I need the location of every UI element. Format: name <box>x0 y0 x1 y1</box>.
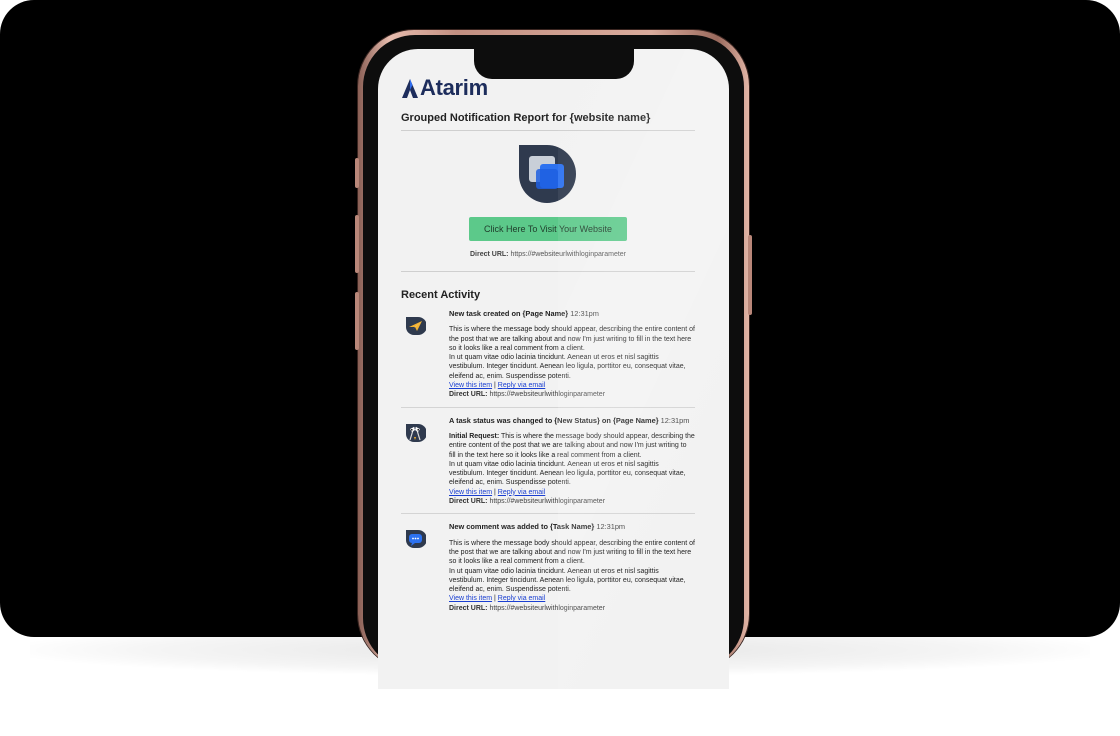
phone-screen[interactable]: Atarim Grouped Notification Report for {… <box>378 49 729 689</box>
logo-text: Atarim <box>420 75 488 100</box>
reply-via-email-link[interactable]: Reply via email <box>498 489 545 496</box>
activity-body: This is where the message body should ap… <box>449 539 695 613</box>
activity-heading: New comment was added to {Task Name} 12:… <box>449 522 695 531</box>
activity-direct-url: Direct URL: https://#websiteurlwithlogin… <box>449 391 605 398</box>
activity-body: This is where the message body should ap… <box>449 325 695 399</box>
activity-direct-url-label: Direct URL: <box>449 391 488 399</box>
email-content: Atarim Grouped Notification Report for {… <box>401 73 695 613</box>
paper-plane-icon <box>404 315 427 337</box>
direct-url: Direct URL: https://#websiteurlwithlogin… <box>401 251 695 258</box>
reply-via-email-link[interactable]: Reply via email <box>498 595 545 602</box>
activity-direct-url: Direct URL: https://#websiteurlwithlogin… <box>449 498 605 505</box>
activity-body-text-2: In ut quam vitae odio lacinia tincidunt.… <box>449 354 686 380</box>
activity-direct-url-label: Direct URL: <box>449 604 488 612</box>
activity-body-text: This is where the message body should ap… <box>449 326 695 352</box>
website-logo-icon <box>401 145 695 203</box>
direct-url-label: Direct URL: <box>469 251 509 258</box>
phone-notch <box>474 49 634 79</box>
finish-flags-icon <box>404 422 427 444</box>
activity-body: Initial Request: This is where the messa… <box>449 432 695 506</box>
activity-item: New task created on {Page Name} 12:31pm … <box>401 309 695 400</box>
divider <box>401 513 695 515</box>
email-title: Grouped Notification Report for {website… <box>401 112 651 124</box>
activity-heading-text: A task status was changed to {New Status… <box>449 415 659 425</box>
atarim-logo-icon <box>401 77 419 99</box>
activity-direct-url-label: Direct URL: <box>449 498 488 506</box>
power-button <box>748 235 752 315</box>
view-item-link[interactable]: View this item <box>449 489 492 496</box>
visit-website-button[interactable]: Click Here To Visit Your Website <box>469 217 627 241</box>
comment-bubble-icon <box>404 528 427 550</box>
link-separator: | <box>494 595 496 603</box>
divider <box>401 406 695 408</box>
divider <box>401 130 695 131</box>
activity-item: New comment was added to {Task Name} 12:… <box>401 522 695 613</box>
volume-up-button <box>355 215 359 273</box>
divider <box>401 271 695 272</box>
activity-item: A task status was changed to {New Status… <box>401 416 695 507</box>
activity-time: 12:31pm <box>570 309 599 318</box>
volume-down-button <box>355 292 359 350</box>
reply-via-email-link[interactable]: Reply via email <box>498 382 545 389</box>
activity-direct-url-value: https://#websiteurlwithloginparameter <box>489 391 606 399</box>
view-item-link[interactable]: View this item <box>449 382 492 389</box>
activity-heading-text: New comment was added to {Task Name} <box>449 522 595 532</box>
initial-request-label: Initial Request: <box>449 432 500 440</box>
activity-time: 12:31pm <box>596 522 626 532</box>
activity-body-text-2: In ut quam vitae odio lacinia tincidunt.… <box>449 567 686 594</box>
phone-frame: Atarim Grouped Notification Report for {… <box>355 30 752 689</box>
activity-body-text: This is where the message body should ap… <box>449 539 695 566</box>
mute-switch <box>355 158 359 188</box>
recent-activity-heading: Recent Activity <box>401 289 481 301</box>
activity-heading: A task status was changed to {New Status… <box>449 416 695 425</box>
activity-heading: New task created on {Page Name} 12:31pm <box>449 309 695 318</box>
activity-direct-url-value: https://#websiteurlwithloginparameter <box>489 498 606 506</box>
view-item-link[interactable]: View this item <box>449 595 492 602</box>
link-separator: | <box>494 488 496 496</box>
activity-body-text-2: In ut quam vitae odio lacinia tincidunt.… <box>449 460 686 487</box>
activity-heading-text: New task created on {Page Name} <box>449 309 569 318</box>
link-separator: | <box>494 382 496 390</box>
direct-url-value: https://#websiteurlwithloginparameter <box>510 251 627 258</box>
activity-direct-url-value: https://#websiteurlwithloginparameter <box>489 604 606 612</box>
activity-time: 12:31pm <box>660 415 690 425</box>
activity-direct-url: Direct URL: https://#websiteurlwithlogin… <box>449 605 605 612</box>
